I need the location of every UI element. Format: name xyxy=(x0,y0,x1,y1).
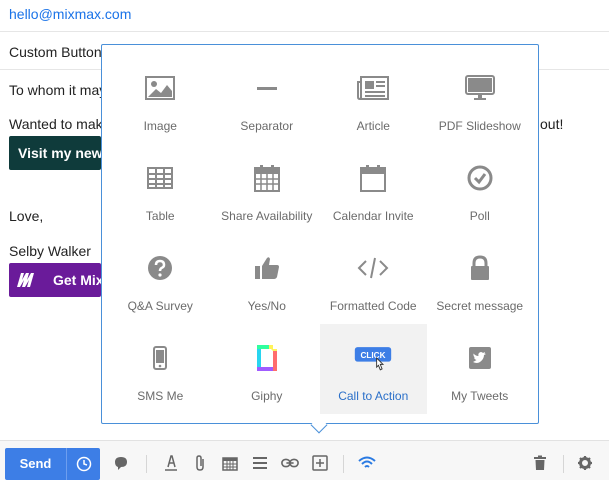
toolbar-divider xyxy=(563,455,564,473)
body-line-1: To whom it may xyxy=(9,82,107,98)
calendar-icon xyxy=(353,164,393,192)
click-badge-icon: CLICK xyxy=(353,344,393,372)
body-line-2-end: out! xyxy=(540,116,564,132)
send-button[interactable]: Send xyxy=(5,448,66,480)
insert-plus-icon[interactable] xyxy=(311,454,329,472)
attachment-icon[interactable] xyxy=(191,454,209,472)
insert-call-to-action-label: Call to Action xyxy=(338,389,409,403)
toolbar-divider xyxy=(146,455,147,473)
insert-calendar-invite-label: Calendar Invite xyxy=(332,209,414,223)
monitor-icon xyxy=(460,74,500,102)
thumbs-up-icon xyxy=(247,254,287,282)
get-mixmax-label: Get Mix xyxy=(53,272,101,288)
insert-table[interactable]: Table xyxy=(107,144,214,234)
insert-image-label: Image xyxy=(143,119,177,133)
insert-formatted-code-label: Formatted Code xyxy=(329,299,417,313)
insert-calendar-invite[interactable]: Calendar Invite xyxy=(320,144,427,234)
insert-giphy[interactable]: Giphy xyxy=(214,324,321,414)
link-icon[interactable] xyxy=(281,454,299,472)
compose-toolbar: Send xyxy=(0,440,609,480)
insert-secret-message-label: Secret message xyxy=(436,299,524,313)
menu-icon[interactable] xyxy=(251,454,269,472)
subject-field[interactable]: Custom Buttons xyxy=(9,44,109,60)
calendar-icon[interactable] xyxy=(221,454,239,472)
insert-yes-no[interactable]: Yes/No xyxy=(214,234,321,324)
insert-pdf-slideshow-label: PDF Slideshow xyxy=(438,119,521,133)
insert-share-availability[interactable]: Share Availability xyxy=(214,144,321,234)
insert-share-availability-label: Share Availability xyxy=(221,209,313,223)
table-icon xyxy=(140,164,180,192)
insert-image[interactable]: Image xyxy=(107,54,214,144)
insert-secret-message[interactable]: Secret message xyxy=(427,234,534,324)
insert-poll[interactable]: Poll xyxy=(427,144,534,234)
lock-icon xyxy=(460,254,500,282)
insert-yes-no-label: Yes/No xyxy=(247,299,286,313)
insert-call-to-action[interactable]: CLICK Call to Action xyxy=(320,324,427,414)
trash-icon[interactable] xyxy=(531,454,549,472)
insert-separator[interactable]: Separator xyxy=(214,54,321,144)
sequence-icon[interactable] xyxy=(112,454,130,472)
insert-table-label: Table xyxy=(145,209,175,223)
calendar-grid-icon xyxy=(247,164,287,192)
insert-qa-survey-label: Q&A Survey xyxy=(127,299,193,313)
insert-separator-label: Separator xyxy=(240,119,294,133)
giphy-icon xyxy=(247,344,287,372)
separator-icon xyxy=(247,74,287,102)
image-icon xyxy=(140,74,180,102)
body-signature: Selby Walker xyxy=(9,243,91,259)
code-icon xyxy=(353,254,393,282)
get-mixmax-button[interactable]: Get Mix xyxy=(9,263,101,297)
insert-pdf-slideshow[interactable]: PDF Slideshow xyxy=(427,54,534,144)
text-format-icon[interactable] xyxy=(162,454,180,472)
mixmax-logo-icon xyxy=(17,273,34,287)
insert-poll-label: Poll xyxy=(469,209,490,223)
twitter-icon xyxy=(460,344,500,372)
body-line-2: Wanted to make xyxy=(9,116,111,132)
article-icon xyxy=(353,74,393,102)
insert-sms-me[interactable]: SMS Me xyxy=(107,324,214,414)
insert-article[interactable]: Article xyxy=(320,54,427,144)
question-circle-icon xyxy=(140,254,180,282)
to-field[interactable]: hello@mixmax.com xyxy=(9,6,131,22)
insert-my-tweets-label: My Tweets xyxy=(451,389,509,403)
insert-article-label: Article xyxy=(356,119,390,133)
clock-icon xyxy=(76,456,91,472)
visit-button[interactable]: Visit my new xyxy=(9,136,101,170)
gear-icon[interactable] xyxy=(576,454,594,472)
wifi-icon[interactable] xyxy=(358,454,376,472)
body-signoff: Love, xyxy=(9,208,44,224)
phone-icon xyxy=(140,344,180,372)
svg-text:CLICK: CLICK xyxy=(361,351,386,360)
insert-giphy-label: Giphy xyxy=(251,389,283,403)
insert-grid: Image Separator Article PDF Slideshow Ta xyxy=(107,54,533,414)
insert-my-tweets[interactable]: My Tweets xyxy=(427,324,534,414)
insert-popup: Image Separator Article PDF Slideshow Ta xyxy=(101,44,539,424)
insert-qa-survey[interactable]: Q&A Survey xyxy=(107,234,214,324)
insert-sms-me-label: SMS Me xyxy=(137,389,184,403)
toolbar-divider xyxy=(343,455,344,473)
insert-formatted-code[interactable]: Formatted Code xyxy=(320,234,427,324)
send-later-button[interactable] xyxy=(66,448,100,480)
check-circle-icon xyxy=(460,164,500,192)
